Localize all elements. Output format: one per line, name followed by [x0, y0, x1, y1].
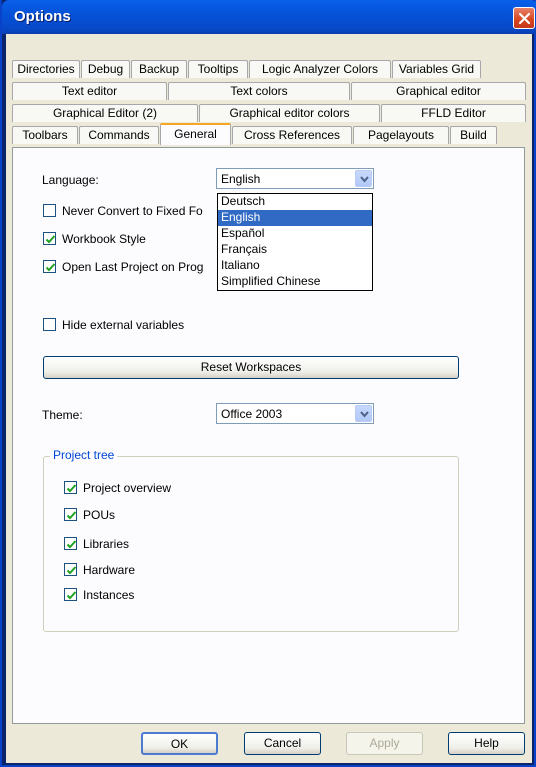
close-icon [518, 12, 531, 25]
tab-build[interactable]: Build [450, 126, 497, 144]
tab-graphical-editor[interactable]: Graphical editor [351, 82, 526, 100]
checkmark-icon [66, 484, 77, 493]
checkmark-icon [45, 235, 56, 244]
libraries-label: Libraries [83, 537, 130, 551]
apply-button[interactable]: Apply [346, 732, 423, 755]
open-last-project-checkbox[interactable] [43, 260, 56, 273]
language-option-deutsch[interactable]: Deutsch [218, 194, 372, 210]
close-button[interactable] [513, 7, 535, 29]
pous-checkbox[interactable] [64, 508, 77, 521]
tab-debug[interactable]: Debug [81, 60, 130, 78]
ok-button[interactable]: OK [141, 732, 218, 755]
libraries-checkbox[interactable] [64, 537, 77, 550]
language-option-espanol[interactable]: Español [218, 226, 372, 242]
tab-row-1: Directories Debug Backup Tooltips Logic … [12, 60, 482, 78]
tab-tooltips[interactable]: Tooltips [188, 60, 248, 78]
tab-ffld-editor[interactable]: FFLD Editor [381, 104, 526, 122]
options-window: Options Directories Debug Backup Tooltip… [0, 0, 536, 767]
language-value: English [221, 172, 261, 186]
theme-label: Theme: [42, 408, 83, 422]
tab-commands[interactable]: Commands [79, 126, 159, 144]
tab-graphical-editor-2[interactable]: Graphical Editor (2) [12, 104, 198, 122]
checkmark-icon [45, 263, 56, 272]
tab-text-editor[interactable]: Text editor [12, 82, 167, 100]
hardware-label: Hardware [83, 563, 136, 577]
checkmark-icon [66, 511, 77, 520]
tab-general[interactable]: General [160, 123, 231, 145]
language-option-italiano[interactable]: Italiano [218, 258, 372, 274]
language-option-english[interactable]: English [218, 210, 372, 226]
window-title: Options [14, 8, 71, 25]
checkmark-icon [66, 566, 77, 575]
title-bar[interactable]: Options [2, 0, 536, 34]
project-overview-checkbox[interactable] [64, 481, 77, 494]
chevron-down-icon [360, 176, 369, 183]
reset-workspaces-button[interactable]: Reset Workspaces [43, 356, 459, 379]
workbook-style-checkbox[interactable] [43, 232, 56, 245]
tab-text-colors[interactable]: Text colors [168, 82, 350, 100]
dialog-client: Directories Debug Backup Tooltips Logic … [6, 34, 532, 763]
instances-checkbox[interactable] [64, 588, 77, 601]
never-convert-checkbox[interactable] [43, 204, 56, 217]
theme-dropdown-button[interactable] [355, 405, 372, 422]
checkmark-icon [66, 591, 77, 600]
project-overview-label: Project overview [83, 481, 172, 495]
hardware-checkbox[interactable] [64, 563, 77, 576]
open-last-project-label: Open Last Project on Prog [62, 260, 204, 274]
tab-directories[interactable]: Directories [12, 60, 80, 78]
pous-label: POUs [83, 508, 116, 522]
tab-pagelayouts[interactable]: Pagelayouts [353, 126, 449, 144]
tab-row-4: Toolbars Commands General Cross Referenc… [12, 123, 498, 145]
language-select[interactable]: English [216, 168, 374, 189]
checkmark-icon [66, 540, 77, 549]
language-option-francais[interactable]: Français [218, 242, 372, 258]
tab-logic-analyzer-colors[interactable]: Logic Analyzer Colors [249, 60, 391, 78]
tab-variables-grid[interactable]: Variables Grid [392, 60, 481, 78]
language-option-simplified-chinese[interactable]: Simplified Chinese [218, 274, 372, 290]
tab-row-2: Text editor Text colors Graphical editor [12, 82, 527, 100]
theme-select[interactable]: Office 2003 [216, 403, 374, 424]
workbook-style-label: Workbook Style [62, 232, 146, 246]
language-dropdown-button[interactable] [355, 170, 372, 187]
tab-toolbars[interactable]: Toolbars [12, 126, 78, 144]
tab-row-3: Graphical Editor (2) Graphical editor co… [12, 104, 527, 122]
hide-external-variables-label: Hide external variables [62, 318, 185, 332]
language-label: Language: [42, 173, 99, 187]
tab-graphical-editor-colors[interactable]: Graphical editor colors [199, 104, 380, 122]
project-tree-title: Project tree [50, 448, 118, 462]
cancel-button[interactable]: Cancel [244, 732, 321, 755]
instances-label: Instances [83, 588, 135, 602]
help-button[interactable]: Help [448, 732, 525, 755]
chevron-down-icon [360, 411, 369, 418]
language-dropdown-list: Deutsch English Español Français Italian… [217, 193, 373, 291]
never-convert-label: Never Convert to Fixed Fo [62, 204, 203, 218]
hide-external-variables-checkbox[interactable] [43, 318, 56, 331]
tab-cross-references[interactable]: Cross References [232, 126, 352, 144]
theme-value: Office 2003 [221, 407, 283, 421]
tab-backup[interactable]: Backup [131, 60, 187, 78]
